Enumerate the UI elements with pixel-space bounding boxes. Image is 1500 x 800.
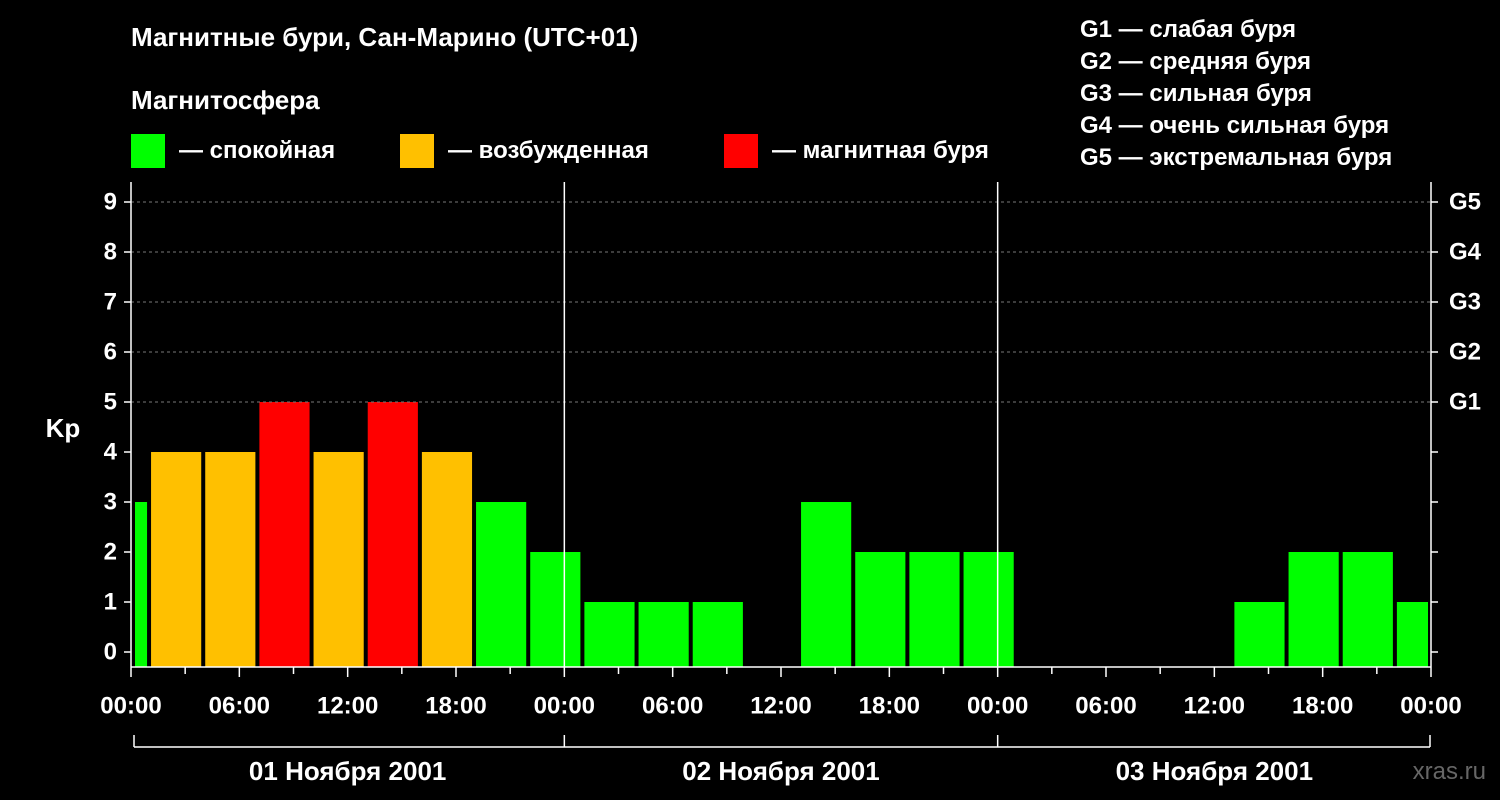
kp-bar: [1342, 552, 1393, 667]
g-level-label: G1: [1449, 389, 1481, 416]
kp-bar: [692, 602, 743, 667]
y-tick-label: 2: [104, 539, 117, 566]
day-label: 02 Ноября 2001: [682, 756, 879, 786]
x-tick-label: 18:00: [425, 693, 486, 720]
y-tick-label: 6: [104, 339, 117, 366]
y-tick-label: 8: [104, 239, 117, 266]
kp-bar: [1288, 552, 1339, 667]
g-level-label: G2: [1449, 339, 1481, 366]
kp-bar: [259, 402, 310, 667]
g-level-label: G4: [1449, 239, 1482, 266]
kp-bar: [1396, 602, 1428, 667]
kp-bar: [963, 552, 1014, 667]
day-label: 01 Ноября 2001: [249, 756, 446, 786]
y-tick-label: 0: [104, 639, 117, 666]
kp-bar: [530, 552, 581, 667]
kp-bar: [801, 502, 852, 667]
kp-bar-chart: 0 1 2 3 4 5 6 7 8 9 G1 G2 G3 G4 G5 Kp 00:00 06:00 12:00 18:…: [46, 182, 1482, 786]
x-tick-label: 06:00: [209, 693, 270, 720]
x-tick-label: 00:00: [967, 693, 1028, 720]
g-level-label: G5: [1449, 189, 1481, 216]
x-tick-label: 00:00: [1400, 693, 1461, 720]
x-tick-label: 12:00: [750, 693, 811, 720]
x-tick-label: 00:00: [100, 693, 161, 720]
g-level-label: G3: [1449, 289, 1481, 316]
x-tick-label: 12:00: [1184, 693, 1245, 720]
x-tick-label: 18:00: [859, 693, 920, 720]
y-tick-label: 5: [104, 389, 117, 416]
day-label: 03 Ноября 2001: [1116, 756, 1313, 786]
kp-bar: [1234, 602, 1285, 667]
kp-bar: [313, 452, 364, 667]
kp-bar: [855, 552, 906, 667]
y-tick-label: 4: [104, 439, 118, 466]
kp-bar: [421, 452, 473, 667]
y-axis-label: Kp: [46, 413, 81, 443]
watermark: xras.ru: [1412, 758, 1486, 785]
kp-bar: [909, 552, 960, 667]
x-tick-label: 00:00: [534, 693, 595, 720]
kp-bar: [135, 502, 148, 667]
y-tick-label: 3: [104, 489, 117, 516]
y-tick-label: 1: [104, 589, 117, 616]
y-tick-label: 9: [104, 189, 117, 216]
y-tick-label: 7: [104, 289, 117, 316]
x-tick-label: 18:00: [1292, 693, 1353, 720]
kp-bar: [367, 402, 418, 667]
kp-bar: [205, 452, 256, 667]
kp-bar: [584, 602, 635, 667]
x-tick-label: 06:00: [642, 693, 703, 720]
x-tick-label: 12:00: [317, 693, 378, 720]
kp-bar: [476, 502, 527, 667]
x-tick-label: 06:00: [1075, 693, 1136, 720]
kp-bar: [638, 602, 689, 667]
kp-bar: [151, 452, 202, 667]
